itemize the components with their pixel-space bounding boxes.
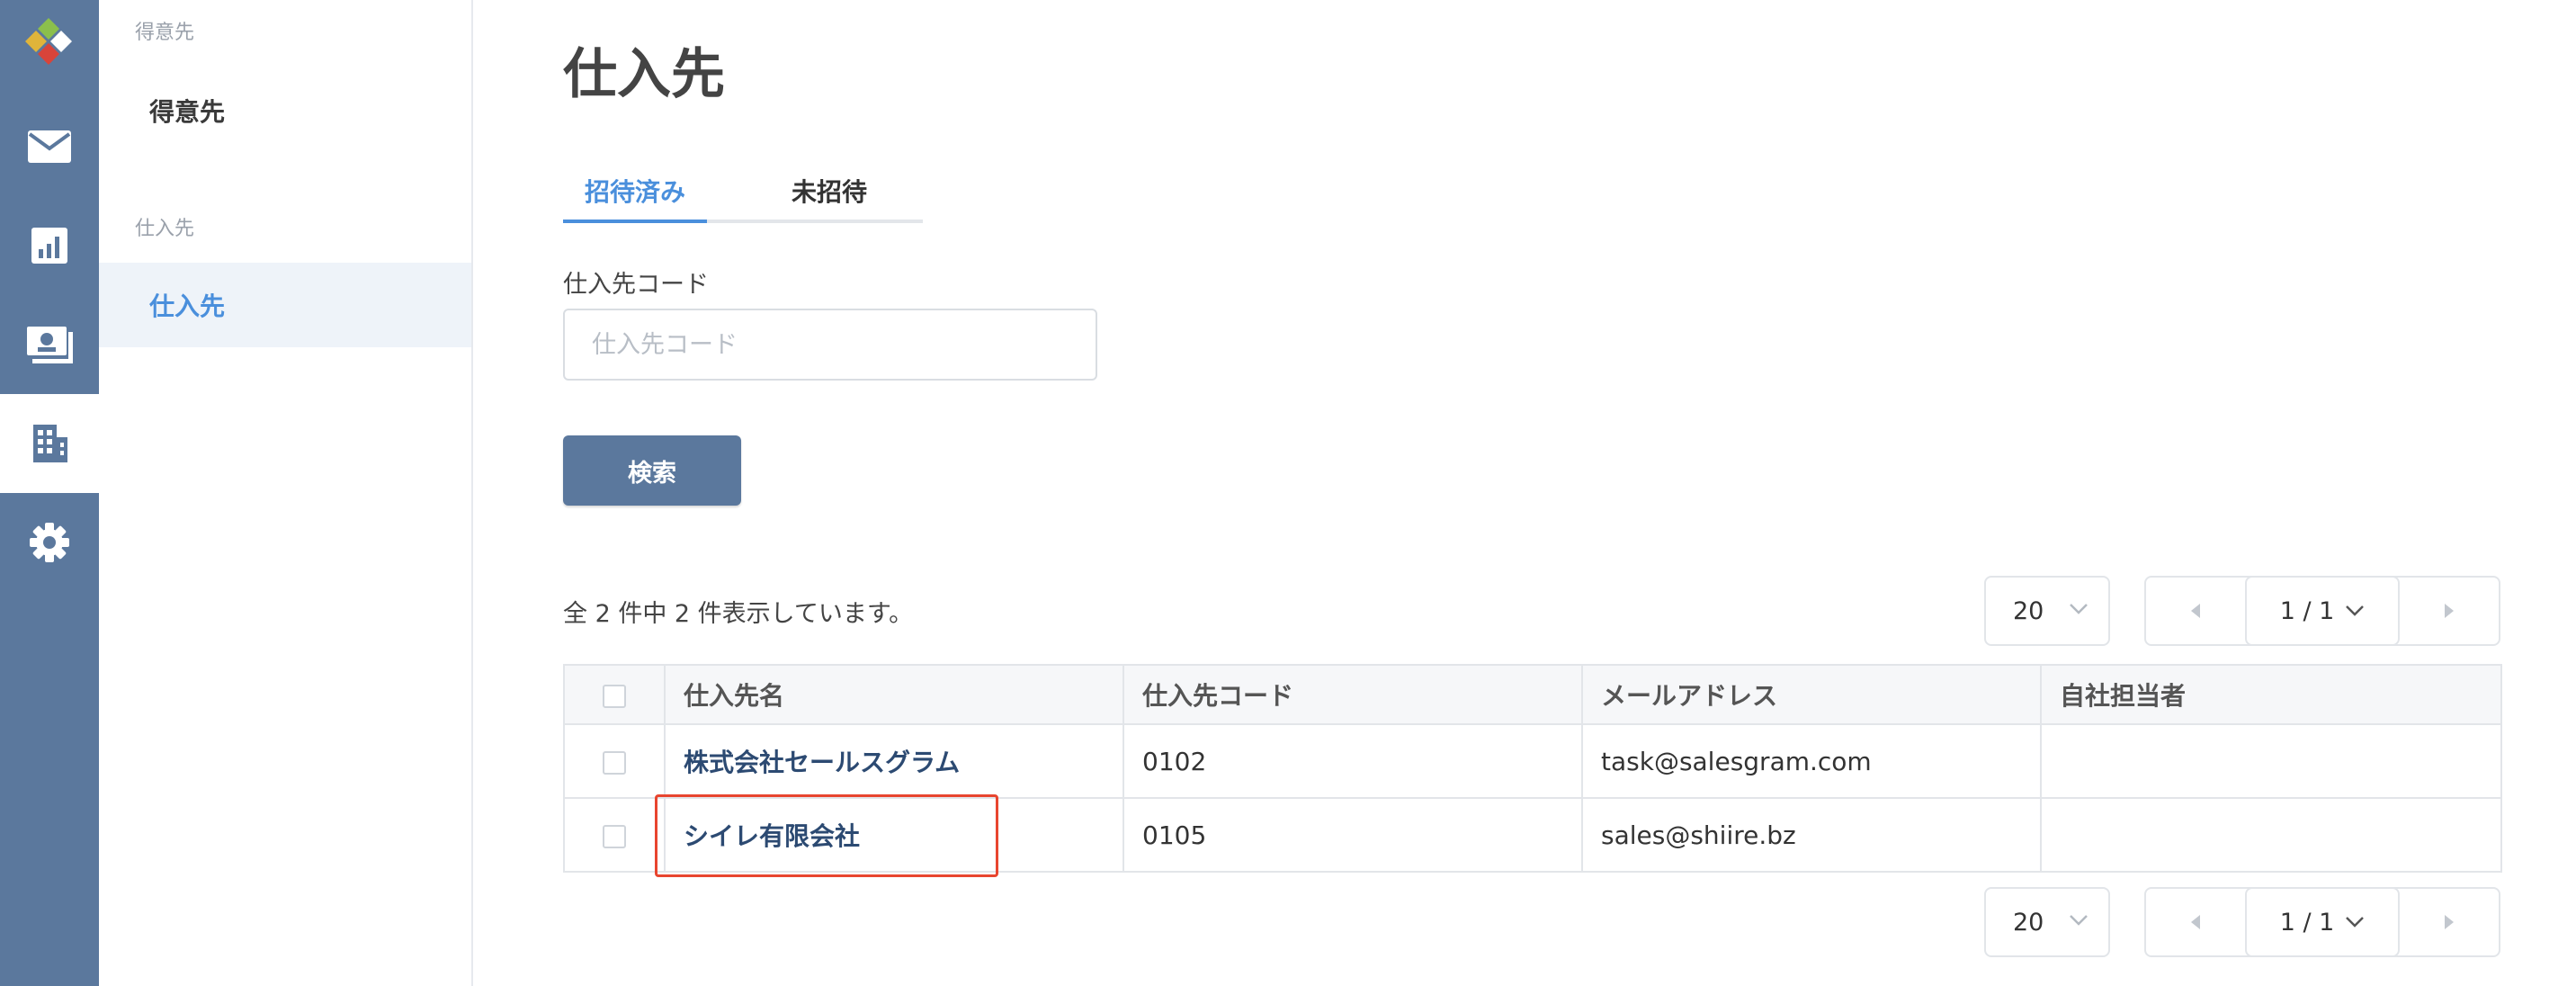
owner-cell: [2040, 723, 2502, 799]
supplier-code-cell: 0102: [1123, 723, 1583, 799]
search-button[interactable]: 検索: [563, 435, 741, 506]
column-header-supplier-name[interactable]: 仕入先名: [664, 664, 1124, 725]
tab-not-invited[interactable]: 未招待: [757, 162, 901, 220]
rail-settings[interactable]: [0, 493, 99, 592]
gear-icon: [30, 523, 69, 562]
mail-icon: [28, 130, 71, 163]
rail-mail[interactable]: [0, 97, 99, 196]
rail-partners[interactable]: [0, 394, 99, 493]
supplier-code-input[interactable]: [563, 309, 1097, 381]
per-page-value: 20: [2013, 596, 2044, 625]
sidebar-heading-suppliers: 仕入先: [135, 218, 195, 240]
tab-bar: 招待済み 未招待: [563, 162, 923, 223]
row-checkbox[interactable]: [603, 824, 626, 848]
result-summary: 全 2 件中 2 件表示しています。: [563, 600, 914, 628]
page-navigator: 1 / 1: [2144, 576, 2500, 646]
secondary-sidebar: 得意先 得意先 仕入先 仕入先: [99, 0, 473, 986]
per-page-select[interactable]: 20: [1984, 887, 2110, 957]
chevron-down-icon: [2346, 605, 2365, 616]
column-header-owner[interactable]: 自社担当者: [2040, 664, 2502, 725]
caret-left-icon: [2191, 604, 2200, 618]
building-icon: [33, 425, 67, 462]
table-header-row: 仕入先名 仕入先コード メールアドレス 自社担当者: [563, 664, 2502, 725]
email-cell: sales@shiire.bz: [1581, 797, 2042, 873]
table-row: シイレ有限会社 0105 sales@shiire.bz: [563, 797, 2502, 873]
app-logo[interactable]: [0, 0, 99, 81]
screen-icon: [27, 327, 73, 363]
table-row: 株式会社セールスグラム 0102 task@salesgram.com: [563, 723, 2502, 799]
prev-page-button[interactable]: [2146, 889, 2245, 955]
rail-display[interactable]: [0, 295, 99, 394]
sidebar-heading-customers: 得意先: [135, 22, 195, 44]
email-cell: task@salesgram.com: [1581, 723, 2042, 799]
page-title: 仕入先: [563, 43, 725, 106]
per-page-select[interactable]: 20: [1984, 576, 2110, 646]
caret-right-icon: [2445, 915, 2454, 929]
caret-left-icon: [2191, 915, 2200, 929]
logo-icon: [25, 18, 72, 65]
chevron-down-icon: [2070, 604, 2088, 614]
sidebar-item-customers[interactable]: 得意先: [99, 68, 471, 153]
page-indicator: 1 / 1: [2279, 596, 2335, 625]
page-select[interactable]: 1 / 1: [2245, 887, 2400, 957]
per-page-value: 20: [2013, 908, 2044, 937]
select-all-cell: [563, 664, 666, 725]
row-select-cell: [563, 723, 666, 799]
supplier-code-label: 仕入先コード: [563, 271, 709, 299]
prev-page-button[interactable]: [2146, 578, 2245, 644]
app-rail: [0, 0, 99, 986]
supplier-name-link[interactable]: シイレ有限会社: [664, 797, 1124, 873]
select-all-checkbox[interactable]: [603, 684, 626, 708]
column-header-supplier-code[interactable]: 仕入先コード: [1123, 664, 1583, 725]
page-indicator: 1 / 1: [2279, 908, 2335, 937]
next-page-button[interactable]: [2400, 578, 2499, 644]
page-navigator: 1 / 1: [2144, 887, 2500, 957]
rail-reports[interactable]: [0, 196, 99, 295]
supplier-table: 仕入先名 仕入先コード メールアドレス 自社担当者 株式会社セールスグラム 01…: [563, 664, 2502, 873]
row-select-cell: [563, 797, 666, 873]
column-header-email[interactable]: メールアドレス: [1581, 664, 2042, 725]
page-select[interactable]: 1 / 1: [2245, 576, 2400, 646]
supplier-code-cell: 0105: [1123, 797, 1583, 873]
chevron-down-icon: [2346, 917, 2365, 928]
caret-right-icon: [2445, 604, 2454, 618]
bar-chart-icon: [31, 228, 67, 264]
supplier-name-link[interactable]: 株式会社セールスグラム: [664, 723, 1124, 799]
tab-invited[interactable]: 招待済み: [563, 162, 707, 220]
owner-cell: [2040, 797, 2502, 873]
active-tab-indicator: [563, 220, 707, 223]
chevron-down-icon: [2070, 915, 2088, 926]
row-checkbox[interactable]: [603, 750, 626, 775]
next-page-button[interactable]: [2400, 889, 2499, 955]
sidebar-item-suppliers[interactable]: 仕入先: [99, 263, 471, 347]
